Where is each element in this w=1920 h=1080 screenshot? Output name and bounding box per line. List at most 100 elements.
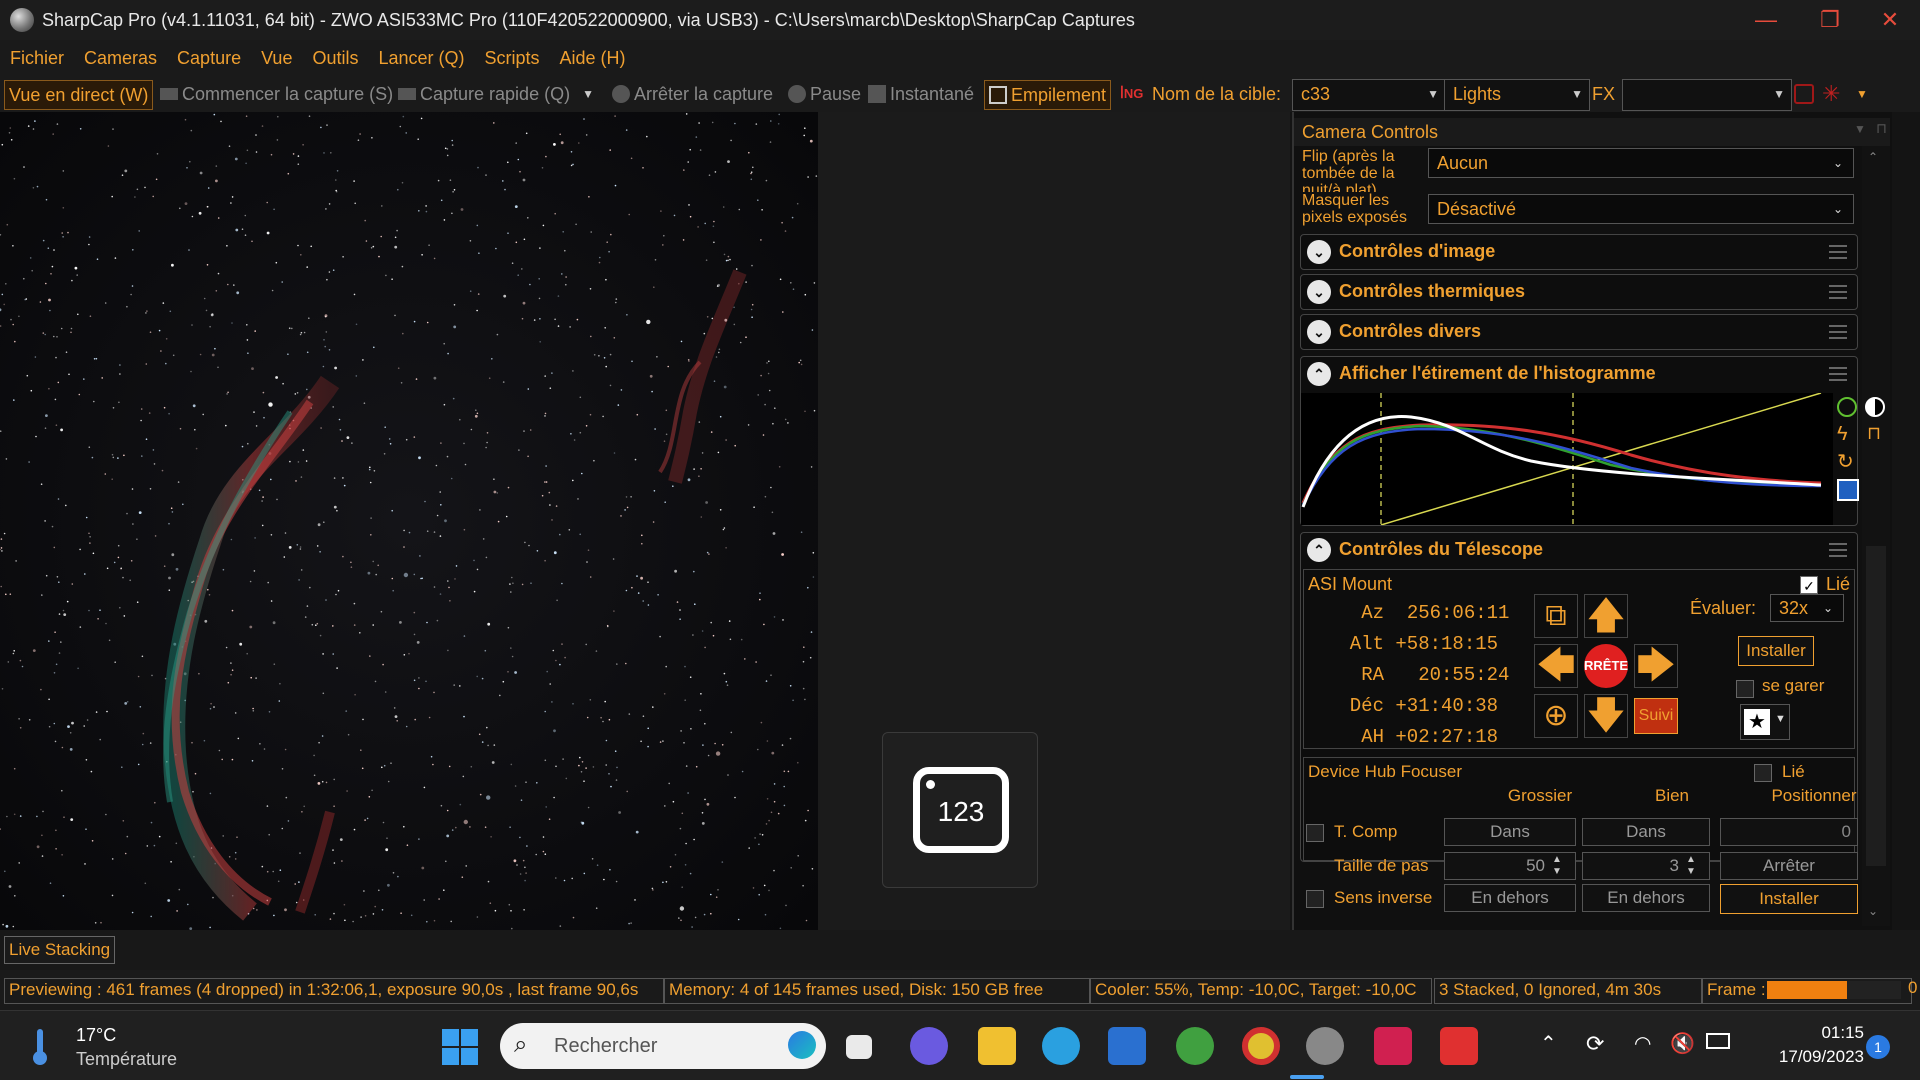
snapshot-button[interactable]: Instantané: [868, 80, 974, 108]
weather-label[interactable]: Température: [76, 1049, 177, 1070]
scrollbar-thumb[interactable]: [1866, 546, 1886, 866]
scroll-down-icon[interactable]: ⌄: [1868, 904, 1878, 918]
chevron-up-icon[interactable]: ⌃: [1540, 1031, 1557, 1056]
menu-file[interactable]: Fichier: [10, 48, 64, 69]
start-capture-button[interactable]: Commencer la capture (S): [160, 80, 393, 108]
close-button[interactable]: ✕: [1860, 0, 1920, 40]
stop-slew-button[interactable]: RRÊTE: [1584, 644, 1628, 688]
chevron-down-icon[interactable]: ⌄: [1307, 320, 1331, 344]
windows-start-icon[interactable]: [442, 1029, 478, 1065]
menu-cameras[interactable]: Cameras: [84, 48, 157, 69]
file-explorer-icon[interactable]: [978, 1027, 1016, 1065]
position-input[interactable]: 0: [1720, 818, 1858, 846]
taskbar-time[interactable]: 01:15: [1774, 1023, 1864, 1043]
hamburger-icon[interactable]: [1829, 543, 1847, 557]
chevron-up-icon[interactable]: ⌃: [1307, 538, 1331, 562]
taskbar-date[interactable]: 17/09/2023: [1754, 1047, 1864, 1067]
focuser-stop-button[interactable]: Arrêter: [1720, 852, 1858, 880]
menu-view[interactable]: Vue: [261, 48, 292, 69]
chevron-down-icon[interactable]: ⌄: [1307, 280, 1331, 304]
coarse-out-button[interactable]: En dehors: [1444, 884, 1576, 912]
lightning-icon[interactable]: ϟ: [1837, 423, 1848, 446]
arrow-down-icon[interactable]: 🡇: [1584, 694, 1628, 738]
arrow-up-icon[interactable]: 🡅: [1584, 594, 1628, 638]
store-icon[interactable]: [1108, 1027, 1146, 1065]
reverse-checkbox[interactable]: [1306, 890, 1324, 908]
sync-icon[interactable]: ⟳: [1586, 1031, 1604, 1057]
park-checkbox[interactable]: [1736, 680, 1754, 698]
frame-type-combo[interactable]: Lights ▼: [1444, 79, 1590, 111]
chevron-down-icon[interactable]: ⌄: [1307, 240, 1331, 264]
menu-launch[interactable]: Lancer (Q): [378, 48, 464, 69]
tracking-button[interactable]: Suivi: [1634, 698, 1678, 734]
sharpcap-taskbar-icon[interactable]: [1306, 1027, 1344, 1065]
png-icon[interactable]: ꟾNG: [1120, 80, 1143, 108]
fx-combo[interactable]: ▼: [1622, 79, 1792, 111]
section-image-controls[interactable]: ⌄ Contrôles d'image: [1300, 234, 1858, 270]
tcomp-checkbox[interactable]: [1306, 824, 1324, 842]
minimize-button[interactable]: —: [1736, 0, 1796, 40]
panel-scrollbar[interactable]: ⌃ ⌄: [1862, 146, 1890, 926]
chevron-down-icon[interactable]: ▼: [1854, 122, 1866, 136]
hamburger-icon[interactable]: [1829, 285, 1847, 299]
spinner-icon[interactable]: ▲ ▼: [1552, 854, 1562, 878]
arrow-right-icon[interactable]: 🡆: [1634, 644, 1678, 688]
notification-badge[interactable]: 1: [1866, 1035, 1890, 1059]
touch-keyboard-tile[interactable]: 123: [882, 732, 1038, 888]
menu-scripts[interactable]: Scripts: [485, 48, 540, 69]
live-image-view[interactable]: [0, 112, 818, 930]
quick-capture-button[interactable]: Capture rapide (Q) ▼: [398, 80, 594, 108]
taskbar-search-box[interactable]: ⌕ Rechercher: [500, 1023, 826, 1069]
mask-dropdown[interactable]: Désactivé ⌄: [1428, 194, 1854, 224]
histogram-chart[interactable]: [1301, 393, 1833, 525]
thermometer-icon[interactable]: [30, 1029, 50, 1065]
hamburger-icon[interactable]: [1829, 367, 1847, 381]
chevron-up-icon[interactable]: ⌃: [1307, 362, 1331, 386]
edge-icon[interactable]: [1042, 1027, 1080, 1065]
weather-temp[interactable]: 17°C: [76, 1025, 116, 1046]
menu-capture[interactable]: Capture: [177, 48, 241, 69]
menu-help[interactable]: Aide (H): [560, 48, 626, 69]
star-dropdown[interactable]: ★ ▼: [1740, 704, 1790, 740]
section-thermal-controls[interactable]: ⌄ Contrôles thermiques: [1300, 274, 1858, 310]
chevron-down-icon[interactable]: ▼: [1856, 80, 1868, 108]
crosshair-off-icon[interactable]: ✳: [1822, 80, 1840, 108]
record-icon[interactable]: [1794, 80, 1814, 108]
focuser-linked-checkbox[interactable]: [1754, 764, 1772, 782]
mount-linked-checkbox[interactable]: ✓: [1800, 576, 1818, 594]
pause-button[interactable]: Pause: [788, 80, 861, 108]
phd2-icon[interactable]: [1176, 1027, 1214, 1065]
focuser-install-button[interactable]: Installer: [1720, 884, 1858, 914]
live-view-button[interactable]: Vue en direct (W): [4, 80, 154, 110]
crosshair-sun-icon[interactable]: ⊕: [1534, 694, 1578, 738]
chevron-down-icon[interactable]: ▼: [582, 87, 594, 101]
arrow-left-icon[interactable]: 🡄: [1534, 644, 1578, 688]
restore-button[interactable]: ❐: [1800, 0, 1860, 40]
reset-icon[interactable]: ↻: [1837, 449, 1854, 474]
hamburger-icon[interactable]: [1829, 245, 1847, 259]
astro-app-icon[interactable]: [1374, 1027, 1412, 1065]
section-misc-controls[interactable]: ⌄ Contrôles divers: [1300, 314, 1858, 350]
lock-icon[interactable]: ⊓: [1867, 423, 1881, 444]
live-stacking-tab[interactable]: Live Stacking: [4, 936, 116, 964]
target-name-combo[interactable]: c33 ▼: [1292, 79, 1446, 111]
goto-spiral-icon[interactable]: ⧉: [1534, 594, 1578, 638]
contrast-icon[interactable]: [1865, 397, 1885, 417]
hamburger-icon[interactable]: [1829, 325, 1847, 339]
rate-dropdown[interactable]: 32x ⌄: [1770, 594, 1844, 622]
flip-dropdown[interactable]: Aucun ⌄: [1428, 148, 1854, 178]
fine-out-button[interactable]: En dehors: [1582, 884, 1710, 912]
stacking-button[interactable]: Empilement: [984, 80, 1112, 110]
power-icon[interactable]: [1837, 397, 1857, 417]
battery-icon[interactable]: [1706, 1033, 1730, 1049]
task-view-icon[interactable]: [846, 1035, 872, 1059]
pin-icon[interactable]: ⊓: [1876, 120, 1887, 137]
anydesk-icon[interactable]: [1440, 1027, 1478, 1065]
fine-in-button[interactable]: Dans: [1582, 818, 1710, 846]
stop-capture-button[interactable]: Arrêter la capture: [612, 80, 773, 108]
mount-install-button[interactable]: Installer: [1738, 636, 1814, 666]
coarse-in-button[interactable]: Dans: [1444, 818, 1576, 846]
chrome-icon[interactable]: [1242, 1027, 1280, 1065]
wifi-icon[interactable]: ◠: [1634, 1031, 1651, 1056]
save-icon[interactable]: [1837, 479, 1859, 501]
